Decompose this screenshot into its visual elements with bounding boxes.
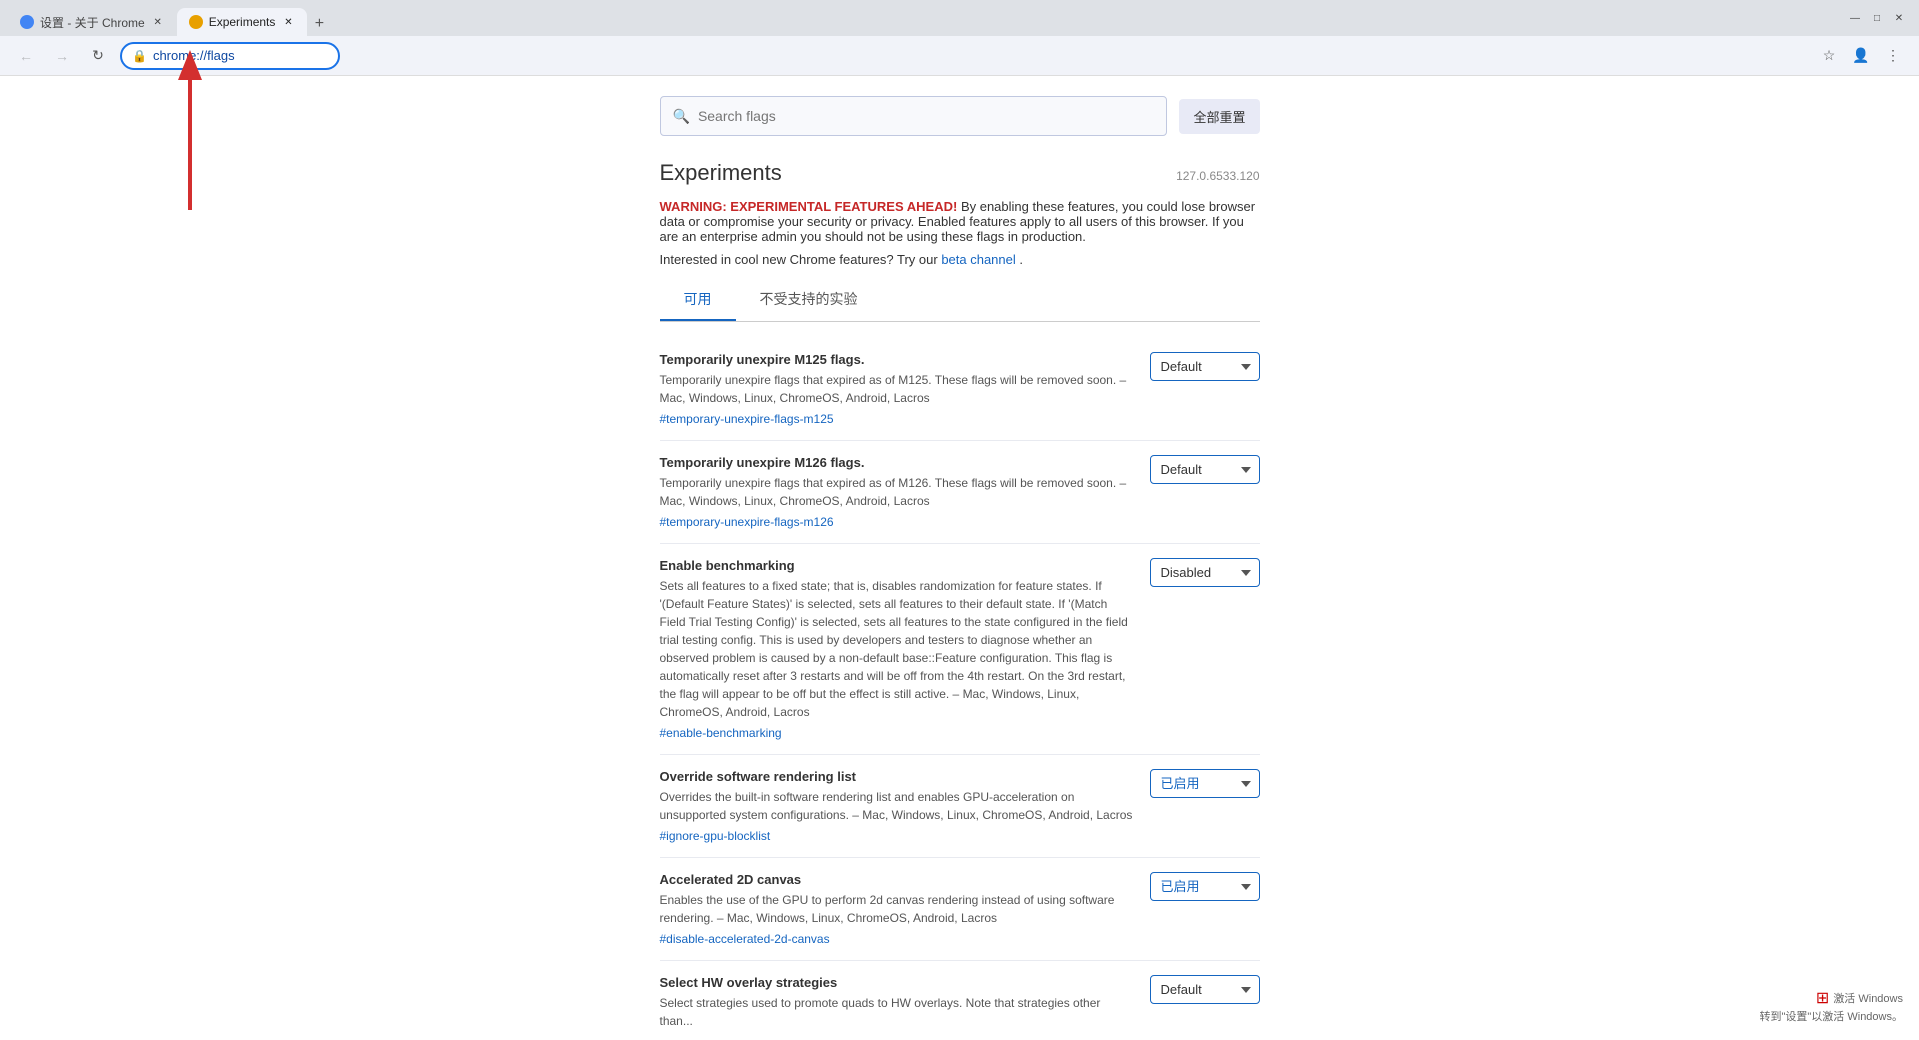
flag-desc-m125: Temporarily unexpire flags that expired …: [660, 371, 1134, 407]
flag-control-benchmarking[interactable]: Default Enabled Disabled: [1150, 558, 1260, 587]
flag-title-m126: Temporarily unexpire M126 flags.: [660, 455, 1134, 470]
flag-item-m126: Temporarily unexpire M126 flags. Tempora…: [660, 441, 1260, 544]
title-bar: 设置 - 关于 Chrome ✕ Experiments ✕ + — □ ✕: [0, 0, 1919, 36]
window-controls: — □ ✕: [1847, 10, 1907, 26]
flag-item-gpu: Override software rendering list Overrid…: [660, 755, 1260, 858]
flag-info-m126: Temporarily unexpire M126 flags. Tempora…: [660, 455, 1134, 529]
tab-unavailable[interactable]: 不受支持的实验: [736, 279, 882, 321]
flag-info-2d-canvas: Accelerated 2D canvas Enables the use of…: [660, 872, 1134, 946]
settings-tab-close[interactable]: ✕: [151, 15, 165, 29]
flag-info-m125: Temporarily unexpire M125 flags. Tempora…: [660, 352, 1134, 426]
page-content: 🔍 全部重置 Experiments 127.0.6533.120 WARNIN…: [0, 76, 1919, 1040]
flag-title-m125: Temporarily unexpire M125 flags.: [660, 352, 1134, 367]
flag-title-gpu: Override software rendering list: [660, 769, 1134, 784]
flag-select-hw-overlay[interactable]: Default Enabled Disabled: [1150, 975, 1260, 1004]
warning-bold-text: WARNING: EXPERIMENTAL FEATURES AHEAD!: [660, 199, 958, 214]
version-text: 127.0.6533.120: [782, 169, 1260, 183]
flag-desc-hw-overlay: Select strategies used to promote quads …: [660, 994, 1134, 1030]
address-bar-icon: 🔒: [132, 49, 147, 63]
flag-select-m126[interactable]: Default Enabled Disabled: [1150, 455, 1260, 484]
new-tab-button[interactable]: +: [307, 12, 331, 36]
flag-control-gpu[interactable]: Default 已启用 Disabled: [1150, 769, 1260, 798]
reload-button[interactable]: ↻: [84, 42, 112, 70]
flag-title-benchmarking: Enable benchmarking: [660, 558, 1134, 573]
flag-link-m126[interactable]: #temporary-unexpire-flags-m126: [660, 515, 834, 529]
settings-tab-icon: [20, 15, 34, 29]
tab-settings[interactable]: 设置 - 关于 Chrome ✕: [8, 8, 177, 36]
flag-item-benchmarking: Enable benchmarking Sets all features to…: [660, 544, 1260, 755]
flag-desc-benchmarking: Sets all features to a fixed state; that…: [660, 577, 1134, 721]
search-icon: 🔍: [673, 108, 690, 125]
flag-link-2d-canvas[interactable]: #disable-accelerated-2d-canvas: [660, 932, 830, 946]
search-input[interactable]: [698, 108, 1155, 124]
flag-control-m126[interactable]: Default Enabled Disabled: [1150, 455, 1260, 484]
page-title: Experiments: [660, 160, 782, 186]
flag-link-gpu[interactable]: #ignore-gpu-blocklist: [660, 829, 771, 843]
flag-desc-m126: Temporarily unexpire flags that expired …: [660, 474, 1134, 510]
flag-item-m125: Temporarily unexpire M125 flags. Tempora…: [660, 338, 1260, 441]
address-bar[interactable]: 🔒: [120, 42, 340, 70]
flag-control-2d-canvas[interactable]: Default 已启用 Disabled: [1150, 872, 1260, 901]
flag-control-m125[interactable]: Default Enabled Disabled: [1150, 352, 1260, 381]
warning-section: WARNING: EXPERIMENTAL FEATURES AHEAD! By…: [660, 199, 1260, 267]
nav-bar: ← → ↻ 🔒 ☆ 👤 ⋮: [0, 36, 1919, 76]
settings-tab-label: 设置 - 关于 Chrome: [40, 14, 145, 31]
flag-control-hw-overlay[interactable]: Default Enabled Disabled: [1150, 975, 1260, 1004]
profile-button[interactable]: 👤: [1847, 42, 1875, 70]
flag-select-benchmarking[interactable]: Default Enabled Disabled: [1150, 558, 1260, 587]
minimize-button[interactable]: —: [1847, 10, 1863, 26]
back-button[interactable]: ←: [12, 42, 40, 70]
experiments-tab-icon: [189, 15, 203, 29]
nav-right-buttons: ☆ 👤 ⋮: [1815, 42, 1907, 70]
address-input[interactable]: [153, 48, 329, 63]
flag-link-benchmarking[interactable]: #enable-benchmarking: [660, 726, 782, 740]
flag-info-benchmarking: Enable benchmarking Sets all features to…: [660, 558, 1134, 740]
experiments-tab-close[interactable]: ✕: [281, 15, 295, 29]
flag-select-gpu[interactable]: Default 已启用 Disabled: [1150, 769, 1260, 798]
flag-desc-2d-canvas: Enables the use of the GPU to perform 2d…: [660, 891, 1134, 927]
flag-link-m125[interactable]: #temporary-unexpire-flags-m125: [660, 412, 834, 426]
menu-button[interactable]: ⋮: [1879, 42, 1907, 70]
maximize-button[interactable]: □: [1869, 10, 1885, 26]
search-bar-section: 🔍 全部重置: [660, 96, 1260, 136]
tabs-container: 设置 - 关于 Chrome ✕ Experiments ✕ +: [8, 0, 331, 36]
flag-title-2d-canvas: Accelerated 2D canvas: [660, 872, 1134, 887]
flag-item-2d-canvas: Accelerated 2D canvas Enables the use of…: [660, 858, 1260, 961]
tab-experiments[interactable]: Experiments ✕: [177, 8, 308, 36]
flag-info-hw-overlay: Select HW overlay strategies Select stra…: [660, 975, 1134, 1034]
flag-desc-gpu: Overrides the built-in software renderin…: [660, 788, 1134, 824]
flag-title-hw-overlay: Select HW overlay strategies: [660, 975, 1134, 990]
beta-channel-link[interactable]: beta channel: [941, 252, 1015, 267]
search-input-wrapper[interactable]: 🔍: [660, 96, 1168, 136]
forward-button[interactable]: →: [48, 42, 76, 70]
reset-all-button[interactable]: 全部重置: [1179, 99, 1259, 134]
beta-intro-text: Interested in cool new Chrome features? …: [660, 252, 942, 267]
flag-tabs-row: 可用 不受支持的实验: [660, 279, 1260, 322]
beta-after-text: .: [1019, 252, 1023, 267]
flag-item-hw-overlay: Select HW overlay strategies Select stra…: [660, 961, 1260, 1040]
flag-info-gpu: Override software rendering list Overrid…: [660, 769, 1134, 843]
close-button[interactable]: ✕: [1891, 10, 1907, 26]
tab-available[interactable]: 可用: [660, 279, 736, 321]
bookmark-button[interactable]: ☆: [1815, 42, 1843, 70]
flag-select-m125[interactable]: Default Enabled Disabled: [1150, 352, 1260, 381]
experiments-tab-label: Experiments: [209, 15, 276, 29]
flags-main-container: Experiments 127.0.6533.120 WARNING: EXPE…: [660, 160, 1260, 1040]
flag-select-2d-canvas[interactable]: Default 已启用 Disabled: [1150, 872, 1260, 901]
